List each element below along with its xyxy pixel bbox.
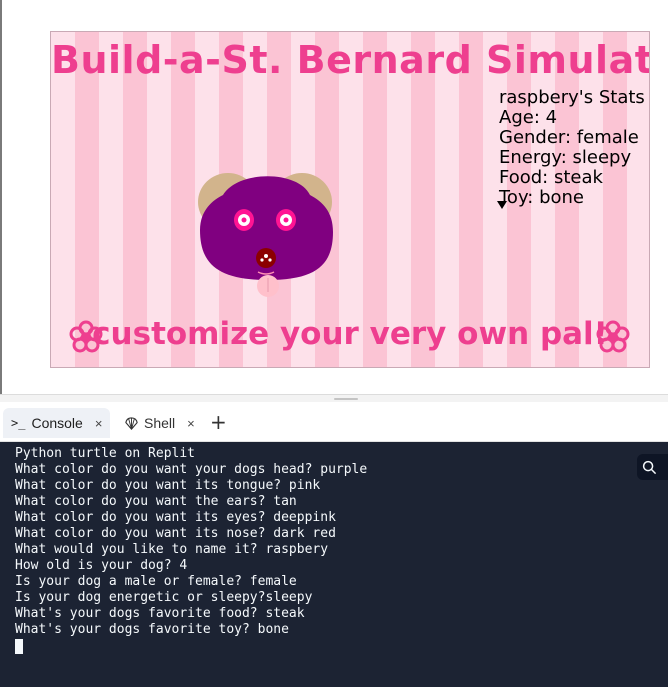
close-icon[interactable]: × xyxy=(95,416,103,431)
tab-shell-label: Shell xyxy=(144,415,176,431)
stats-toy: Toy: bone xyxy=(499,187,584,208)
tab-bar: >_ Console × Shell × + xyxy=(0,402,668,442)
console-search-button[interactable] xyxy=(637,454,668,480)
turtle-cursor-icon xyxy=(497,201,507,209)
search-icon xyxy=(642,460,657,474)
resize-grip-icon xyxy=(334,398,358,400)
pane-resize-handle[interactable] xyxy=(0,394,668,402)
console-line: What's your dogs favorite toy? bone xyxy=(15,622,289,637)
stats-energy: Energy: sleepy xyxy=(499,147,632,168)
stats-age: Age: 4 xyxy=(499,107,558,128)
console-line: What color do you want the ears? tan xyxy=(15,494,297,509)
console-line: Is your dog a male or female? female xyxy=(15,574,297,589)
console-line: Is your dog energetic or sleepy?sleepy xyxy=(15,590,313,605)
console-line: What color do you want its nose? dark re… xyxy=(15,526,336,541)
turtle-output-pane: Build-a-St. Bernard Simulator raspbery's… xyxy=(0,0,668,394)
console-line: What color do you want its tongue? pink xyxy=(15,478,321,493)
console-line: How old is your dog? 4 xyxy=(15,558,188,573)
tab-console[interactable]: >_ Console × xyxy=(3,408,111,438)
console-lines: Python turtle on Replit What color do yo… xyxy=(15,446,668,638)
dog-drawing xyxy=(198,173,333,297)
console-input-cursor[interactable] xyxy=(15,639,23,654)
close-icon[interactable]: × xyxy=(187,416,195,431)
stats-food: Food: steak xyxy=(499,167,603,188)
console-line: What color do you want your dogs head? p… xyxy=(15,462,368,477)
canvas-title: Build-a-St. Bernard Simulator xyxy=(51,38,650,82)
canvas-tagline: customize your very own pal! xyxy=(92,316,608,352)
flower-right-icon xyxy=(596,320,630,353)
tab-console-label: Console xyxy=(31,415,83,431)
turtle-canvas: Build-a-St. Bernard Simulator raspbery's… xyxy=(50,31,650,368)
stats-heading: raspbery's Stats xyxy=(499,87,645,108)
stats-gender: Gender: female xyxy=(499,127,639,148)
console-line: What color do you want its eyes? deeppin… xyxy=(15,510,336,525)
console-line: What would you like to name it? raspbery xyxy=(15,542,329,557)
terminal-icon: >_ xyxy=(11,416,26,430)
console-line: What's your dogs favorite food? steak xyxy=(15,606,305,621)
add-tab-button[interactable]: + xyxy=(210,410,227,434)
tab-shell[interactable]: Shell × xyxy=(116,408,203,438)
dog-stats: raspbery's Stats Age: 4 Gender: female E… xyxy=(499,88,645,208)
console-line: Python turtle on Replit xyxy=(15,446,196,461)
shell-icon xyxy=(125,416,138,430)
console-output[interactable]: Python turtle on Replit What color do yo… xyxy=(0,442,668,687)
